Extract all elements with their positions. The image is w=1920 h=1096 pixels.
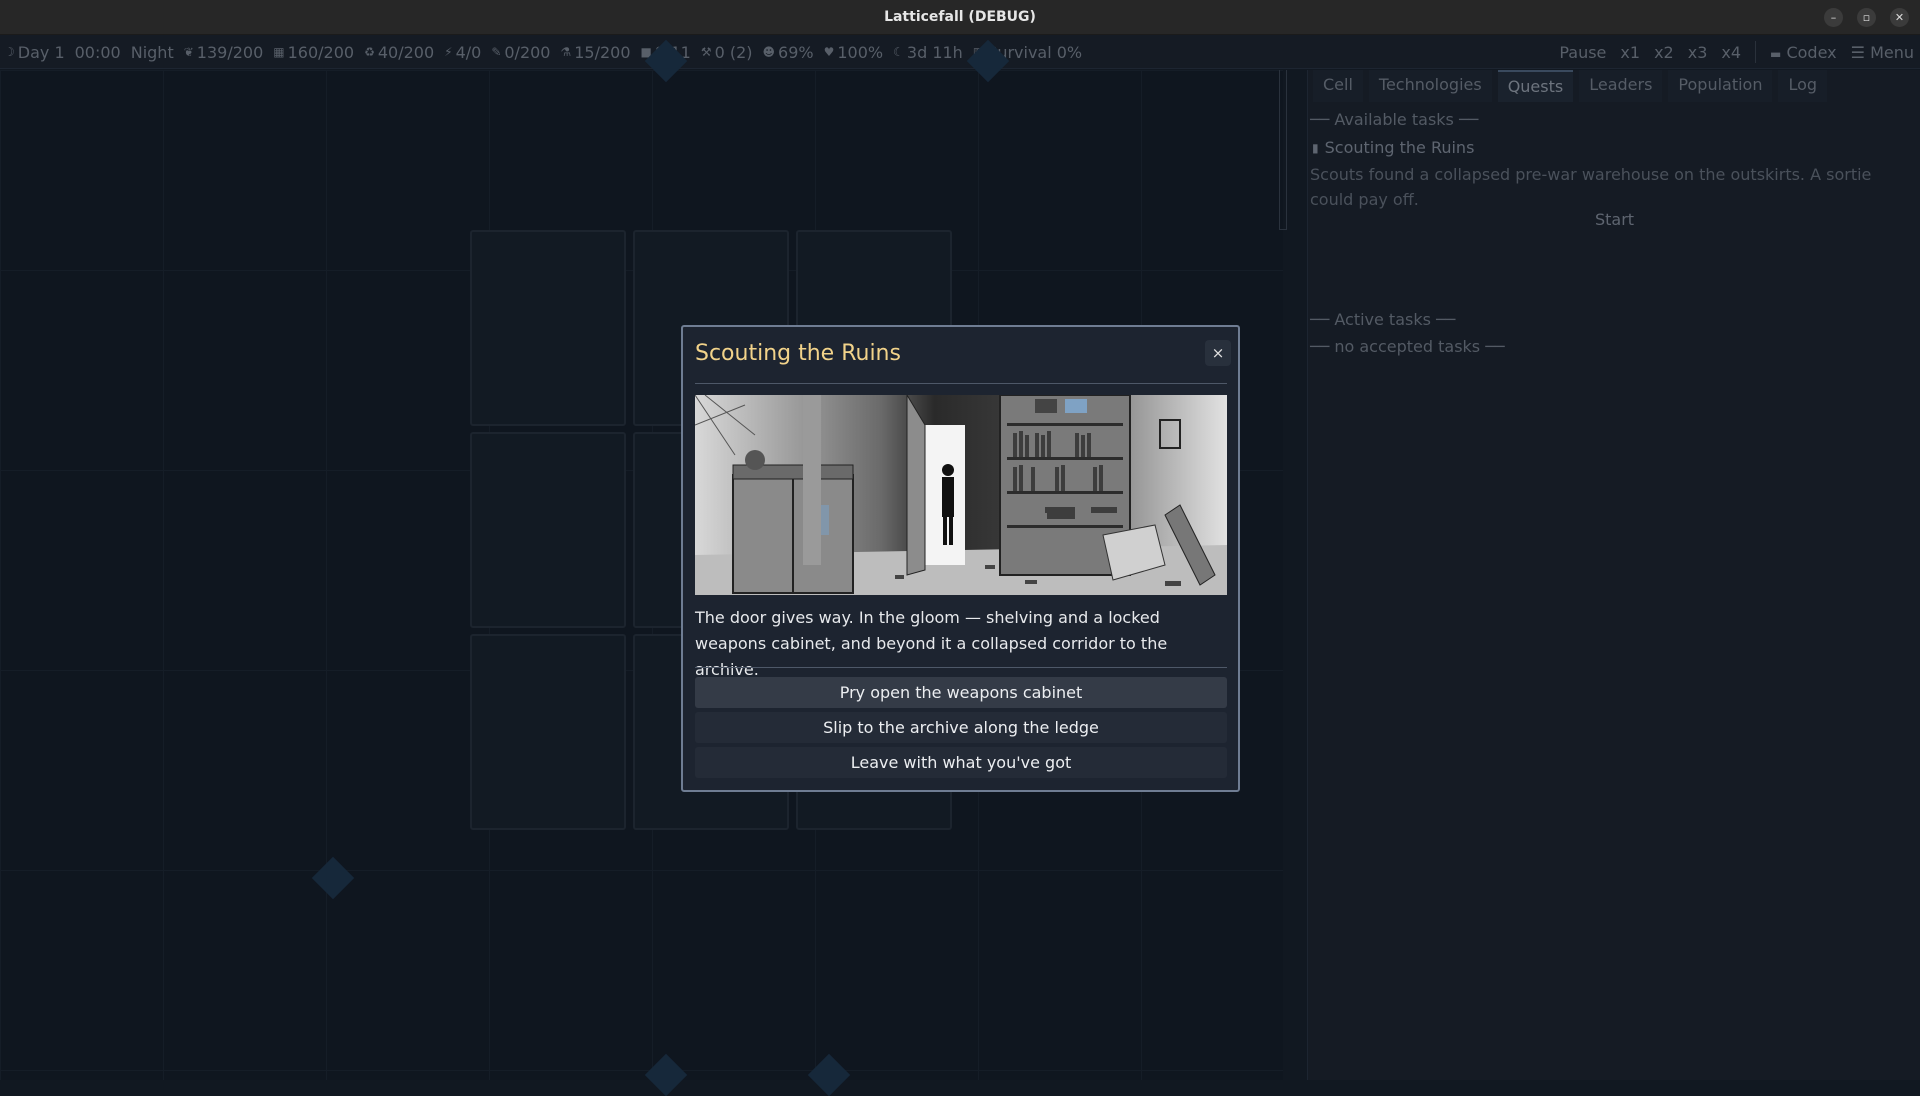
event-dialog: Scouting the Ruins × The door gives way.…: [681, 325, 1240, 792]
hud-stat-value: 69%: [778, 42, 814, 62]
close-icon[interactable]: ×: [1205, 340, 1231, 366]
speed-x3-button[interactable]: x3: [1688, 43, 1708, 62]
board-marker: [807, 1053, 851, 1096]
window-title: Latticefall (DEBUG): [884, 9, 1036, 25]
window-titlebar: Latticefall (DEBUG) – ▫ ✕: [0, 0, 1920, 35]
tab-leaders[interactable]: Leaders: [1579, 70, 1663, 102]
divider: [695, 667, 1227, 668]
close-icon[interactable]: ✕: [1890, 8, 1909, 27]
hud-stat: ⚗ 15/200: [560, 43, 630, 62]
tab-cell[interactable]: Cell: [1313, 70, 1363, 102]
hud-stat-value: 160/200: [287, 42, 355, 62]
no-tasks-label: ── no accepted tasks ──: [1310, 337, 1505, 356]
hud-stat-value: 00:00: [74, 42, 121, 62]
grid-cell[interactable]: [470, 230, 626, 426]
tab-technologies[interactable]: Technologies: [1368, 70, 1492, 102]
hud-stat: ☽ Day 1: [4, 43, 65, 62]
hud-stat-value: 139/200: [196, 42, 264, 62]
speed-x2-button[interactable]: x2: [1654, 43, 1674, 62]
quest-description: Scouts found a collapsed pre-war warehou…: [1310, 165, 1872, 209]
side-panel: Cell Technologies Quests Leaders Populat…: [1307, 70, 1920, 1080]
divider: [695, 383, 1227, 384]
hud-stat: ☾ 3d 11h: [893, 43, 963, 62]
hud-stat: ▦ 160/200: [273, 43, 354, 62]
hud-stat: Night: [131, 43, 174, 62]
heart-icon: ♥: [823, 45, 835, 59]
recycle-icon: ♻: [364, 45, 375, 59]
resource-hud: ☽ Day 1 00:00 Night ❦ 139/200 ▦ 160/200 ♻ 40/200 ⚡…: [0, 35, 1920, 69]
board-marker: [311, 856, 355, 900]
grid-cell[interactable]: [470, 432, 626, 628]
hourglass-icon: ☾: [893, 45, 904, 59]
hud-stat-value: 15/200: [574, 42, 631, 62]
dialog-text: The door gives way. In the gloom — shelv…: [695, 608, 1168, 679]
minimize-icon[interactable]: –: [1824, 8, 1843, 27]
choice-leave-button[interactable]: Leave with what you've got: [695, 747, 1227, 778]
codex-button[interactable]: ▬ Codex: [1770, 43, 1837, 62]
hamburger-icon: ☰: [1850, 42, 1865, 62]
hud-stat: ✎ 0/200: [491, 43, 550, 62]
grid-cell[interactable]: [470, 634, 626, 830]
smile-icon: ☻: [762, 45, 776, 59]
speed-x4-button[interactable]: x4: [1721, 43, 1741, 62]
available-tasks-header: ── Available tasks ──: [1310, 110, 1479, 129]
book-icon: ▬: [1770, 46, 1782, 61]
brick-icon: ▦: [273, 45, 285, 59]
board-scrollbar[interactable]: [1279, 70, 1287, 230]
active-tasks-header: ── Active tasks ──: [1310, 310, 1456, 329]
game-controls: Pause x1 x2 x3 x4 ▬ Codex ☰ Menu: [1559, 35, 1914, 69]
divider: [1755, 41, 1757, 63]
quest-item[interactable]: ▮ Scouting the Ruins: [1312, 138, 1474, 157]
tools-icon: ⚒: [700, 45, 712, 59]
moon-icon: ☽: [4, 45, 15, 59]
hud-stat: 00:00: [75, 43, 121, 62]
hud-stat-value: Night: [130, 42, 174, 62]
choice-pry-cabinet-button[interactable]: Pry open the weapons cabinet: [695, 677, 1227, 708]
menu-button[interactable]: ☰ Menu: [1851, 43, 1914, 62]
panel-tabs: Cell Technologies Quests Leaders Populat…: [1313, 70, 1828, 102]
tab-population[interactable]: Population: [1668, 70, 1773, 102]
lightning-icon: ⚡: [444, 45, 453, 59]
pause-button[interactable]: Pause: [1559, 43, 1606, 62]
tab-log[interactable]: Log: [1778, 70, 1828, 102]
resource-list: ☽ Day 1 00:00 Night ❦ 139/200 ▦ 160/200 ♻ 40/200 ⚡…: [4, 35, 1082, 69]
flask-icon: ⚗: [560, 45, 572, 59]
quest-name: Scouting the Ruins: [1324, 138, 1475, 157]
hud-stat: ♥ 100%: [824, 43, 884, 62]
hud-stat: ⚡ 4/0: [444, 43, 481, 62]
menu-label: Menu: [1870, 42, 1914, 62]
codex-label: Codex: [1786, 42, 1837, 62]
hud-stat: ❦ 139/200: [184, 43, 264, 62]
board-marker: [644, 1053, 688, 1096]
ruins-illustration: [695, 395, 1227, 595]
maximize-icon[interactable]: ▫: [1857, 8, 1876, 27]
hud-stat: ♻ 40/200: [364, 43, 434, 62]
leaf-icon: ❦: [183, 45, 194, 59]
speed-x1-button[interactable]: x1: [1620, 43, 1640, 62]
hud-stat-value: 4/0: [455, 42, 482, 62]
hud-stat-value: 40/200: [377, 42, 435, 62]
hud-stat-value: 3d 11h: [906, 42, 963, 62]
hud-stat: ☻ 69%: [763, 43, 814, 62]
dialog-title: Scouting the Ruins: [695, 341, 901, 366]
hud-stat-value: 100%: [837, 42, 884, 62]
choice-slip-archive-button[interactable]: Slip to the archive along the ledge: [695, 712, 1227, 743]
clipboard-icon: ▮: [1312, 140, 1319, 155]
hud-stat: ⚒ 0 (2): [701, 43, 753, 62]
hud-stat-value: 0/200: [504, 42, 551, 62]
start-quest-button[interactable]: Start: [1308, 210, 1920, 229]
pill-icon: ✎: [491, 45, 502, 59]
hud-stat-value: Day 1: [17, 42, 65, 62]
hud-stat-value: 0 (2): [714, 42, 753, 62]
tab-quests[interactable]: Quests: [1497, 70, 1574, 102]
